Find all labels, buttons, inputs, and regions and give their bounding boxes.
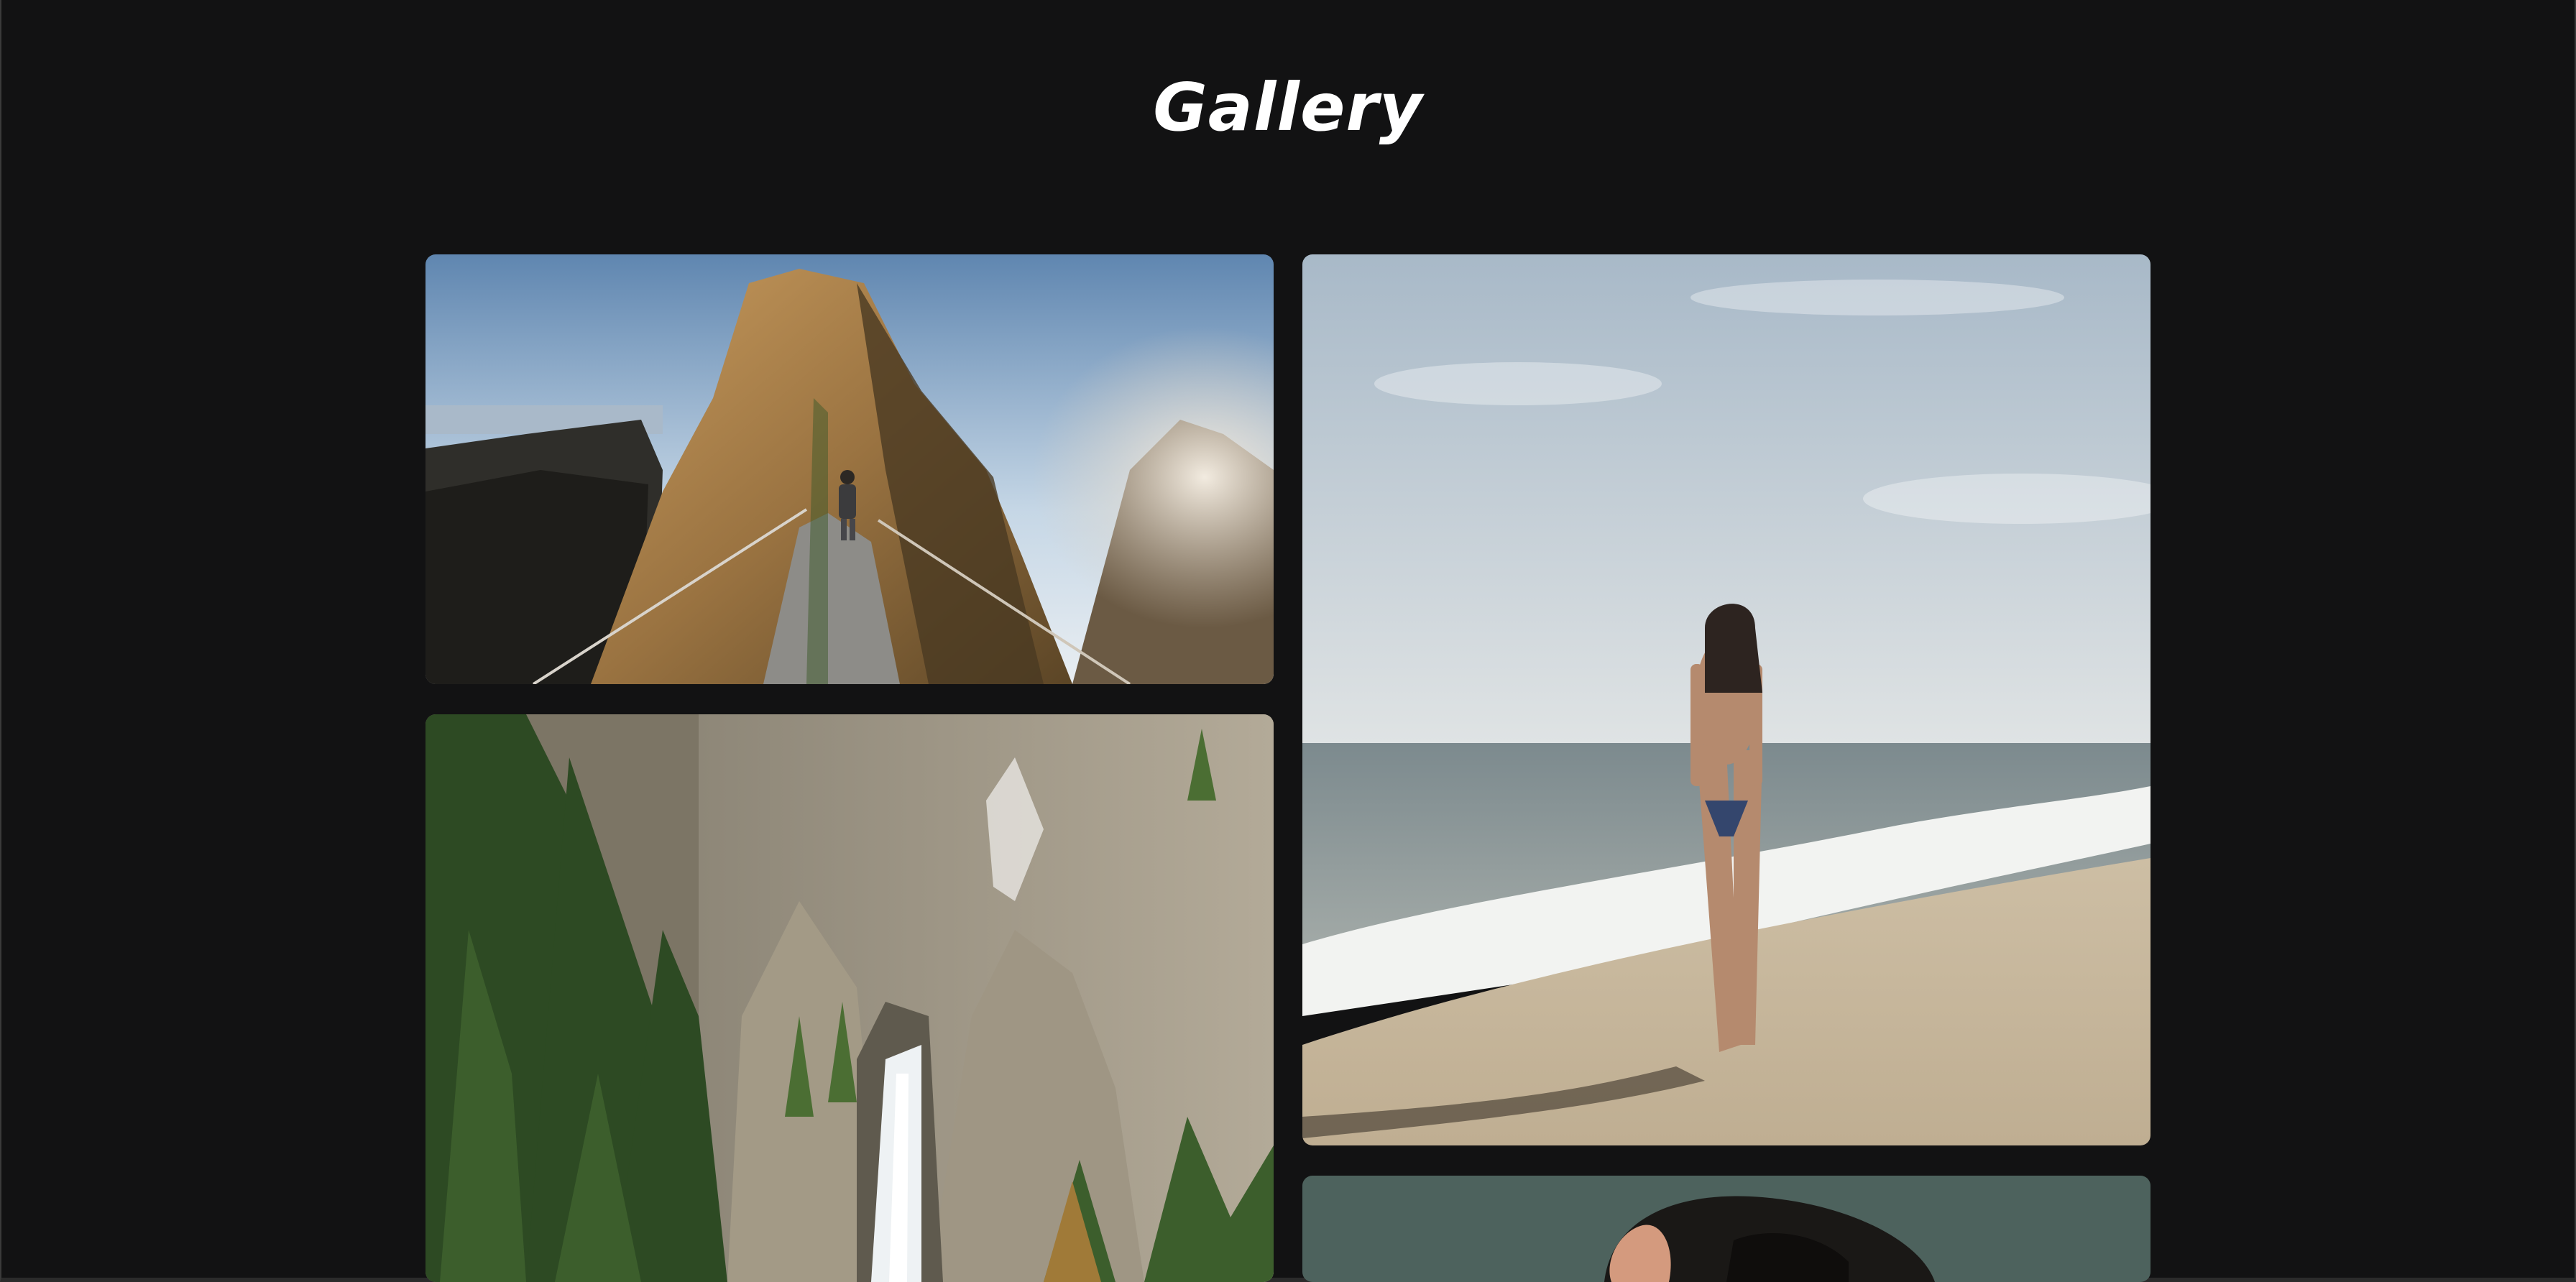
gallery-image-waterfall[interactable] xyxy=(426,714,1274,1282)
portrait-photo xyxy=(1302,1176,2150,1282)
gallery-grid xyxy=(426,254,2150,1282)
beach-photo xyxy=(1302,254,2150,1145)
mountain-photo xyxy=(426,254,1274,684)
gallery-image-beach[interactable] xyxy=(1302,254,2150,1145)
waterfall-photo xyxy=(426,714,1274,1282)
page-title: Gallery xyxy=(1153,69,1423,146)
gallery-image-portrait[interactable] xyxy=(1302,1176,2150,1282)
gallery-image-mountain[interactable] xyxy=(426,254,1274,684)
